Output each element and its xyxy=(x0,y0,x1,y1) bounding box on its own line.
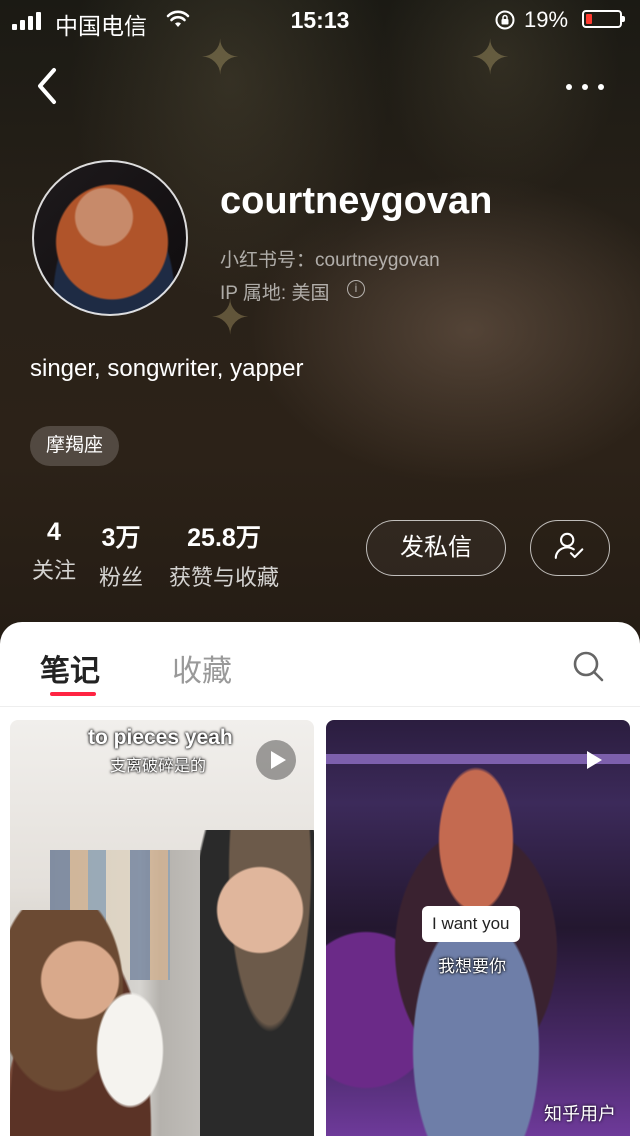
more-options-button[interactable] xyxy=(560,72,610,100)
watermark: 知乎用户 xyxy=(544,1104,616,1124)
rotation-lock-icon xyxy=(495,10,515,30)
tab-divider xyxy=(0,706,640,707)
stat-value: 4 xyxy=(47,518,61,546)
stat-likes-collections[interactable]: 25.8万 获赞与收藏 xyxy=(162,518,286,592)
video-subtitle-english: I want you xyxy=(422,906,520,942)
stat-label: 获赞与收藏 xyxy=(168,565,279,590)
chevron-left-icon xyxy=(38,68,56,104)
ip-location: IP 属地: 美国 xyxy=(220,283,330,304)
battery-level-fill xyxy=(586,14,592,24)
tab-notes[interactable]: 笔记 xyxy=(40,646,100,690)
status-bar: 中国电信 15:13 19% xyxy=(0,0,640,40)
stat-value: 25.8万 xyxy=(187,524,261,552)
search-button[interactable] xyxy=(570,648,606,684)
profile-screen: ✦ ✦ ✦ 中国电信 15:13 19% courtneygovan 小红书号：… xyxy=(0,0,640,1136)
stat-followers[interactable]: 3万 粉丝 xyxy=(96,518,146,592)
redbook-id: 小红书号：courtneygovan xyxy=(220,250,440,271)
video-caption-english: to pieces yeah xyxy=(88,726,233,749)
stat-value: 3万 xyxy=(101,524,141,552)
send-message-button[interactable]: 发私信 xyxy=(366,520,506,576)
play-icon xyxy=(572,740,612,780)
back-button[interactable] xyxy=(28,64,68,108)
battery-icon xyxy=(582,10,625,28)
zodiac-tag: 摩羯座 xyxy=(30,426,120,466)
video-subtitle-chinese: 我想要你 xyxy=(438,957,506,976)
video-caption-chinese: 支离破碎是的 xyxy=(110,758,207,775)
play-icon xyxy=(256,740,296,780)
note-card[interactable]: to pieces yeah 支离破碎是的 xyxy=(10,720,314,1136)
ellipsis-icon xyxy=(566,84,572,90)
search-icon xyxy=(573,651,604,682)
username: courtneygovan xyxy=(220,180,493,222)
bio: singer, songwriter, yapper xyxy=(30,355,304,382)
info-icon[interactable]: i xyxy=(347,280,365,298)
active-tab-indicator xyxy=(50,692,96,696)
stat-following[interactable]: 4 关注 xyxy=(30,518,78,585)
stat-label: 粉丝 xyxy=(98,565,143,590)
avatar[interactable] xyxy=(32,160,188,316)
follow-status-button[interactable] xyxy=(530,520,610,576)
note-card[interactable]: I want you 我想要你 xyxy=(326,720,630,1136)
battery-percent: 19% xyxy=(524,7,569,32)
user-check-icon xyxy=(554,532,584,559)
stat-label: 关注 xyxy=(31,558,76,583)
tab-collections[interactable]: 收藏 xyxy=(172,646,232,690)
